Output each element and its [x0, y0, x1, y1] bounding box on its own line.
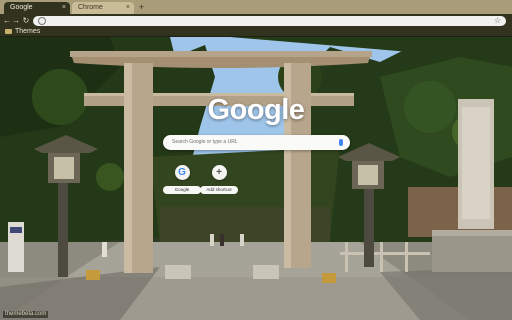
microphone-icon[interactable]: [339, 139, 343, 146]
shortcut-tile: +: [211, 165, 227, 180]
new-tab-button[interactable]: +: [137, 3, 146, 12]
shortcut-tile: G: [174, 165, 190, 180]
shortcut-label: Add shortcut: [200, 186, 238, 194]
shortcut-google[interactable]: G Google: [163, 165, 201, 194]
bookmark-themes[interactable]: Themes: [5, 27, 40, 37]
toolbar: ← → ↻ ☆: [0, 14, 512, 27]
theme-credit-link[interactable]: themebeta.com: [3, 311, 49, 318]
tab-chrome[interactable]: Chrome ×: [72, 2, 134, 14]
reload-icon[interactable]: ↻: [22, 16, 30, 25]
close-icon[interactable]: ×: [126, 2, 130, 14]
back-arrow-icon[interactable]: ←: [3, 16, 11, 25]
google-logo: Google: [207, 94, 305, 126]
tab-label: Chrome: [78, 4, 103, 11]
google-g-icon: G: [178, 167, 186, 178]
bookmarks-bar: Themes: [0, 27, 512, 37]
bookmark-label: Themes: [15, 28, 41, 35]
background-image: [0, 37, 512, 320]
tab-label: Google: [10, 4, 33, 11]
search-box[interactable]: Search Google or type a URL: [163, 135, 350, 150]
new-tab-page: Google Search Google or type a URL G Goo…: [0, 37, 512, 320]
add-shortcut-button[interactable]: + Add shortcut: [200, 165, 238, 194]
tab-strip: Google × Chrome × +: [0, 0, 512, 14]
close-icon[interactable]: ×: [62, 2, 66, 14]
shortcut-label: Google: [163, 186, 201, 194]
address-bar[interactable]: ☆: [33, 16, 506, 26]
star-icon[interactable]: ☆: [494, 16, 501, 26]
plus-icon: +: [216, 167, 222, 178]
forward-arrow-icon[interactable]: →: [12, 16, 20, 25]
folder-icon: [5, 28, 12, 34]
search-placeholder: Search Google or type a URL: [172, 139, 238, 145]
tab-google[interactable]: Google ×: [4, 2, 70, 14]
google-g-icon: [38, 17, 46, 25]
